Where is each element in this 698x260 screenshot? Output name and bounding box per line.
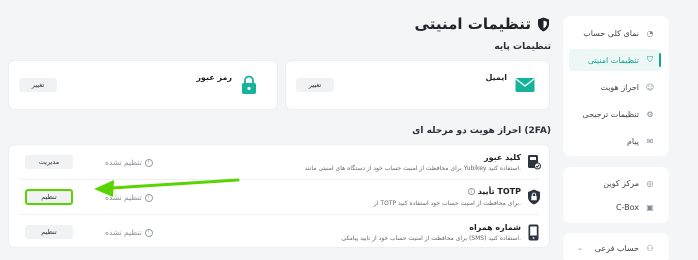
annotation-arrow-icon [94, 178, 240, 197]
